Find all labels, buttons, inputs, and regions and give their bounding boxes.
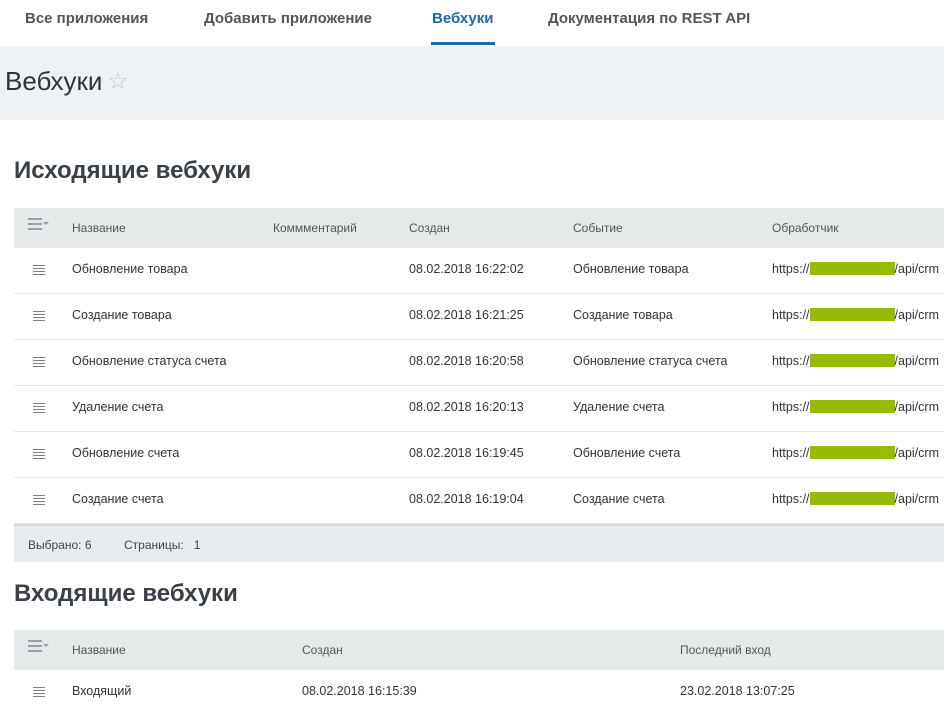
table-row[interactable]: Обновление статуса счета 08.02.2018 16:2… bbox=[14, 340, 944, 386]
table-row[interactable]: Создание товара 08.02.2018 16:21:25 Созд… bbox=[14, 294, 944, 340]
pages-label: Страницы: bbox=[124, 538, 184, 552]
selected-count: Выбрано: 6 bbox=[28, 538, 92, 552]
row-menu-icon[interactable] bbox=[33, 403, 45, 415]
row-name[interactable]: Входящий bbox=[72, 684, 131, 698]
row-created: 08.02.2018 16:20:58 bbox=[409, 354, 524, 368]
row-created: 08.02.2018 16:20:13 bbox=[409, 400, 524, 414]
row-event: Удаление счета bbox=[573, 400, 665, 414]
row-name[interactable]: Удаление счета bbox=[72, 400, 163, 414]
grid-header: Название Коммментарий Создан Событие Обр… bbox=[14, 208, 944, 248]
column-header-comment[interactable]: Коммментарий bbox=[273, 221, 357, 235]
handler-prefix: https:// bbox=[772, 308, 810, 322]
column-header-handler[interactable]: Обработчик bbox=[772, 221, 839, 235]
grid-header: Название Создан Последний вход bbox=[14, 630, 944, 670]
row-name[interactable]: Обновление товара bbox=[72, 262, 188, 276]
row-menu-icon[interactable] bbox=[33, 687, 45, 699]
row-event: Обновление статуса счета bbox=[573, 354, 728, 368]
row-name[interactable]: Обновление статуса счета bbox=[72, 354, 227, 368]
redacted-block bbox=[809, 308, 895, 321]
row-handler: https:// /api/crm bbox=[772, 400, 939, 414]
row-event: Обновление счета bbox=[573, 446, 681, 460]
redacted-block bbox=[809, 492, 895, 505]
row-handler: https:// /api/crm bbox=[772, 354, 939, 368]
row-name[interactable]: Создание товара bbox=[72, 308, 172, 322]
tab-rest-api-docs[interactable]: Документация по REST API bbox=[548, 10, 750, 27]
row-menu-icon[interactable] bbox=[33, 357, 45, 369]
grid-footer: Выбрано: 6 Страницы: 1 bbox=[14, 524, 944, 562]
column-header-name[interactable]: Название bbox=[72, 643, 126, 657]
table-row[interactable]: Обновление счета 08.02.2018 16:19:45 Обн… bbox=[14, 432, 944, 478]
tab-add-app[interactable]: Добавить приложение bbox=[204, 10, 372, 27]
handler-prefix: https:// bbox=[772, 492, 810, 506]
redacted-block bbox=[809, 262, 895, 275]
column-header-event[interactable]: Событие bbox=[573, 221, 623, 235]
incoming-webhooks-grid: Название Создан Последний вход Входящий … bbox=[14, 630, 944, 715]
row-menu-icon[interactable] bbox=[33, 449, 45, 461]
incoming-webhooks-title: Входящие вебхуки bbox=[14, 580, 238, 607]
row-event: Создание товара bbox=[573, 308, 673, 322]
row-handler: https:// /api/crm bbox=[772, 308, 939, 322]
row-handler: https:// /api/crm bbox=[772, 446, 939, 460]
handler-suffix: /api/crm bbox=[894, 446, 939, 460]
column-header-created[interactable]: Создан bbox=[409, 221, 450, 235]
row-menu-icon[interactable] bbox=[33, 265, 45, 277]
page-header: Вебхуки ☆ bbox=[0, 46, 944, 120]
handler-suffix: /api/crm bbox=[894, 354, 939, 368]
pages-value[interactable]: 1 bbox=[194, 538, 201, 552]
active-tab-indicator bbox=[431, 42, 495, 45]
handler-suffix: /api/crm bbox=[894, 308, 939, 322]
row-handler: https:// /api/crm bbox=[772, 492, 939, 506]
row-handler: https:// /api/crm bbox=[772, 262, 939, 276]
row-created: 08.02.2018 16:21:25 bbox=[409, 308, 524, 322]
row-menu-icon[interactable] bbox=[33, 495, 45, 507]
redacted-block bbox=[809, 400, 895, 413]
handler-prefix: https:// bbox=[772, 400, 810, 414]
redacted-block bbox=[809, 354, 895, 367]
column-header-last-login[interactable]: Последний вход bbox=[680, 643, 771, 657]
row-created: 08.02.2018 16:15:39 bbox=[302, 684, 417, 698]
table-row[interactable]: Обновление товара 08.02.2018 16:22:02 Об… bbox=[14, 248, 944, 294]
row-name[interactable]: Обновление счета bbox=[72, 446, 179, 460]
row-name[interactable]: Создание счета bbox=[72, 492, 164, 506]
page-title: Вебхуки bbox=[5, 66, 103, 96]
outgoing-webhooks-grid: Название Коммментарий Создан Событие Обр… bbox=[14, 208, 944, 562]
row-created: 08.02.2018 16:22:02 bbox=[409, 262, 524, 276]
row-created: 08.02.2018 16:19:45 bbox=[409, 446, 524, 460]
row-last-login: 23.02.2018 13:07:25 bbox=[680, 684, 795, 698]
table-row[interactable]: Удаление счета 08.02.2018 16:20:13 Удале… bbox=[14, 386, 944, 432]
handler-suffix: /api/crm bbox=[894, 492, 939, 506]
handler-prefix: https:// bbox=[772, 354, 810, 368]
tab-webhooks[interactable]: Вебхуки bbox=[432, 10, 493, 27]
pages-count: Страницы: 1 bbox=[124, 538, 200, 552]
redacted-block bbox=[809, 446, 895, 459]
row-created: 08.02.2018 16:19:04 bbox=[409, 492, 524, 506]
handler-suffix: /api/crm bbox=[894, 262, 939, 276]
handler-prefix: https:// bbox=[772, 262, 810, 276]
table-row[interactable]: Создание счета 08.02.2018 16:19:04 Созда… bbox=[14, 478, 944, 524]
handler-suffix: /api/crm bbox=[894, 400, 939, 414]
grid-settings-menu-icon[interactable] bbox=[28, 640, 49, 654]
handler-prefix: https:// bbox=[772, 446, 810, 460]
outgoing-webhooks-title: Исходящие вебхуки bbox=[14, 157, 252, 184]
row-event: Создание счета bbox=[573, 492, 665, 506]
column-header-created[interactable]: Создан bbox=[302, 643, 343, 657]
selected-label: Выбрано: bbox=[28, 538, 82, 552]
row-event: Обновление товара bbox=[573, 262, 689, 276]
tab-all-apps[interactable]: Все приложения bbox=[25, 10, 148, 27]
star-icon[interactable]: ☆ bbox=[107, 67, 129, 96]
selected-value: 6 bbox=[84, 538, 92, 552]
table-row[interactable]: Входящий 08.02.2018 16:15:39 23.02.2018 … bbox=[14, 670, 944, 715]
top-navigation: Все приложения Добавить приложение Вебху… bbox=[0, 0, 944, 46]
grid-settings-menu-icon[interactable] bbox=[28, 218, 49, 232]
row-menu-icon[interactable] bbox=[33, 311, 45, 323]
column-header-name[interactable]: Название bbox=[72, 221, 126, 235]
